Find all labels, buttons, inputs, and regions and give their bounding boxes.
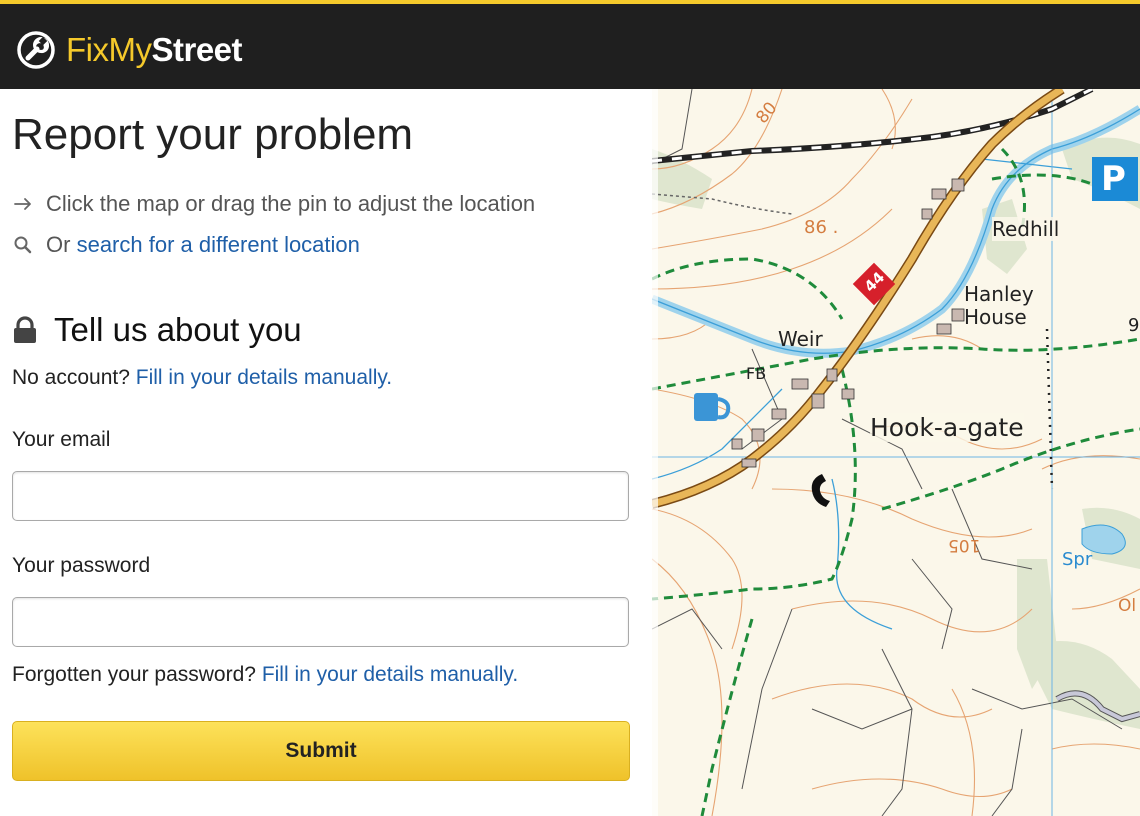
search-different-location-link[interactable]: search for a different location	[77, 231, 360, 259]
magnifier-icon	[14, 236, 32, 254]
location-map[interactable]: 80 86 . 44 Redhill Hanley House Weir FB H…	[652, 89, 1140, 816]
map-label-contour-105: 105	[948, 535, 981, 555]
logo-text: FixMyStreet	[66, 30, 243, 70]
map-label-redhill: Redhill	[992, 217, 1060, 241]
map-label-edge-9: 9	[1128, 315, 1140, 336]
site-logo[interactable]: FixMyStreet	[16, 28, 243, 72]
map-label-weir: Weir	[778, 327, 823, 351]
map-label-hook-a-gate: Hook-a-gate	[870, 413, 1024, 442]
map-label-spot-height: 86 .	[804, 217, 839, 238]
map-background	[652, 89, 1140, 816]
fill-details-manually-link[interactable]: Fill in your details manually.	[136, 366, 392, 389]
hint-search-prefix: Or	[46, 232, 71, 257]
hint-search-location: Or search for a different location	[12, 231, 360, 259]
password-label: Your password	[12, 554, 151, 577]
hint-adjust-text: Click the map or drag the pin to adjust …	[46, 191, 536, 216]
email-label: Your email	[12, 428, 111, 451]
site-header: FixMyStreet	[0, 4, 1140, 89]
no-account-line: No account? Fill in your details manuall…	[12, 364, 392, 392]
logo-text-street: Street	[151, 31, 243, 68]
page-title: Report your problem	[12, 110, 414, 159]
map-label-hanley: Hanley	[964, 282, 1034, 306]
map-label-parking: P	[1101, 159, 1126, 199]
telephone-icon	[811, 474, 830, 507]
arrow-right-icon	[14, 198, 31, 210]
pub-icon	[694, 393, 731, 421]
section-tell-us-about-you: Tell us about you	[12, 310, 302, 350]
map-edge	[652, 89, 658, 816]
map-label-footbridge: FB	[746, 364, 767, 383]
railway-dash	[652, 89, 1093, 163]
map-label-hanley-house: Hanley House	[964, 283, 1034, 329]
railway	[652, 89, 1094, 164]
river	[652, 105, 1140, 358]
wrench-circle-icon	[17, 31, 55, 69]
logo-text-fixmy: FixMy	[66, 31, 152, 68]
hint-adjust-location: Click the map or drag the pin to adjust …	[12, 190, 535, 218]
map-label-spring: Spr	[1062, 549, 1093, 570]
forgot-password-line: Forgotten your password? Fill in your de…	[12, 661, 518, 689]
submit-button[interactable]: Submit	[12, 721, 630, 781]
password-field[interactable]	[12, 597, 629, 647]
map-label-edge-ol: Ol	[1118, 596, 1137, 616]
footpaths	[652, 147, 1140, 816]
email-field[interactable]	[12, 471, 629, 521]
section-title: Tell us about you	[54, 311, 302, 348]
forgot-password-text: Forgotten your password?	[12, 663, 256, 686]
map-label-house: House	[964, 305, 1027, 329]
no-account-text: No account?	[12, 366, 130, 389]
forgot-fill-details-link[interactable]: Fill in your details manually.	[262, 663, 518, 686]
lock-icon	[14, 316, 36, 343]
